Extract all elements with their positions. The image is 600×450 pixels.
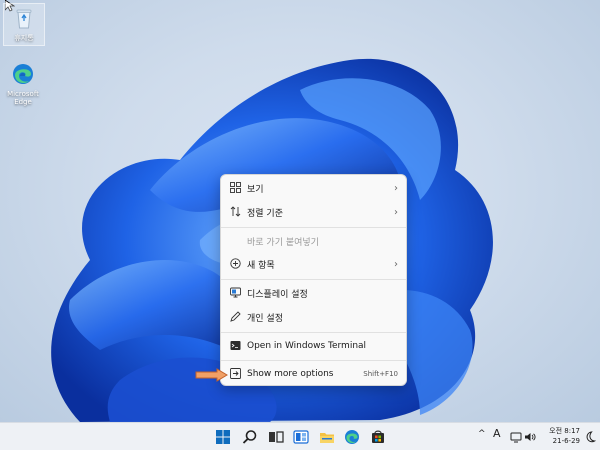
desktop-context-menu: 보기 › 정렬 기준 › 바로 가기 붙여넣기 새 항목 › 디스플레이 설정 …	[220, 174, 407, 386]
start-icon[interactable]	[215, 429, 231, 445]
desktop-icon-label: Microsoft Edge	[7, 90, 39, 106]
menu-item-label: Show more options	[247, 369, 334, 379]
sort-icon	[230, 206, 241, 217]
menu-item-label: 바로 가기 붙여넣기	[247, 237, 319, 248]
chevron-right-icon: ›	[394, 258, 398, 270]
menu-item-view[interactable]: 보기 ›	[221, 177, 406, 199]
menu-item-paste-shortcut[interactable]: 바로 가기 붙여넣기	[221, 230, 406, 252]
chevron-right-icon: ›	[394, 182, 398, 194]
notification-moon-icon[interactable]	[584, 431, 596, 443]
desktop-icon-edge[interactable]: Microsoft Edge	[3, 62, 43, 106]
menu-item-label: 보기	[247, 184, 264, 195]
plus-circle-icon	[230, 258, 241, 269]
edge-icon	[13, 64, 33, 84]
desktop-icon-recycle-bin[interactable]: 휴지통	[3, 3, 45, 46]
clock-period: 오전	[549, 427, 563, 435]
speaker-icon[interactable]	[524, 431, 536, 443]
menu-item-display-settings[interactable]: 디스플레이 설정	[221, 282, 406, 304]
menu-separator	[221, 360, 406, 361]
desktop[interactable]: 휴지통 Microsoft Edge 보기 › 정렬 기준 › 바로 가기 붙여…	[0, 0, 600, 422]
recycle-bin-icon	[16, 9, 32, 29]
pen-icon	[230, 311, 241, 322]
search-icon[interactable]	[242, 429, 258, 445]
clock-time: 8:17	[564, 427, 580, 435]
terminal-icon	[230, 341, 241, 350]
desktop-icon-label: 휴지통	[14, 34, 34, 42]
menu-item-show-more-options[interactable]: Show more options Shift+F10	[221, 363, 406, 385]
menu-item-open-terminal[interactable]: Open in Windows Terminal	[221, 335, 406, 357]
menu-item-personalize[interactable]: 개인 설정	[221, 306, 406, 328]
pointer-arrow-icon	[195, 368, 228, 382]
more-options-icon	[230, 368, 241, 379]
taskbar: ^ A 오전 8:17 21-6-29	[0, 422, 600, 450]
input-indicator[interactable]: A	[493, 427, 501, 440]
menu-item-label: Open in Windows Terminal	[247, 341, 367, 351]
menu-item-shortcut: Shift+F10	[363, 370, 398, 378]
grid-icon	[230, 182, 241, 193]
widgets-icon[interactable]	[293, 429, 309, 445]
display-icon	[230, 287, 241, 298]
chevron-right-icon: ›	[394, 206, 398, 218]
menu-item-label: 개인 설정	[247, 313, 283, 324]
system-clock[interactable]: 오전 8:17 21-6-29	[540, 426, 580, 446]
store-icon[interactable]	[370, 429, 386, 445]
tray-overflow-chevron-icon[interactable]: ^	[478, 429, 486, 441]
file-explorer-icon[interactable]	[319, 429, 335, 445]
clock-date: 21-6-29	[552, 437, 580, 445]
menu-separator	[221, 227, 406, 228]
menu-item-sort-by[interactable]: 정렬 기준 ›	[221, 201, 406, 223]
menu-separator	[221, 279, 406, 280]
menu-item-new[interactable]: 새 항목 ›	[221, 253, 406, 275]
menu-item-label: 정렬 기준	[247, 208, 283, 219]
network-icon[interactable]	[510, 431, 522, 443]
edge-icon[interactable]	[344, 429, 360, 445]
menu-item-label: 새 항목	[247, 260, 275, 271]
menu-item-label: 디스플레이 설정	[247, 289, 308, 300]
menu-separator	[221, 332, 406, 333]
task-view-icon[interactable]	[268, 429, 284, 445]
